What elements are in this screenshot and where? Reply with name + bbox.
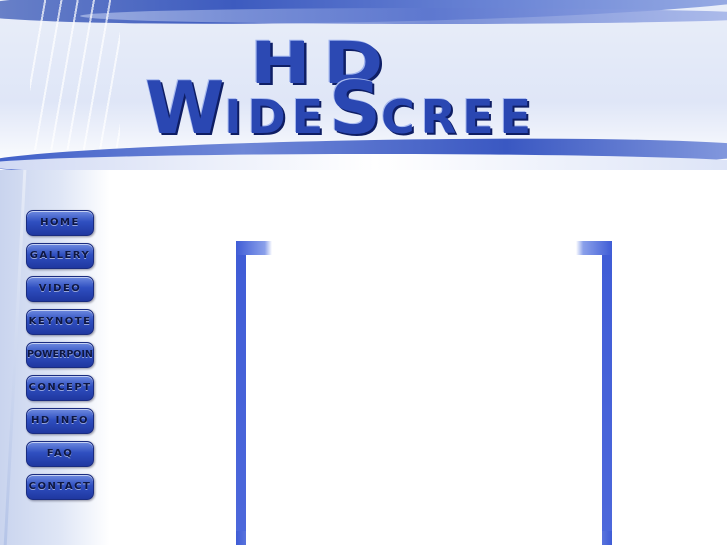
site-header: HD WIDESCREE: [0, 0, 727, 170]
logo-letter-w: W: [145, 66, 225, 150]
header-swoosh-bottom-highlight: [0, 154, 727, 170]
nav-hd-info-button[interactable]: HD INFO: [26, 408, 94, 434]
frame-left-bracket: [236, 241, 272, 545]
logo-letter-s: S: [329, 66, 382, 150]
frame-right-bracket: [576, 241, 612, 545]
main-navigation: HOME GALLERY VIDEO KEYNOTE POWERPOINT CO…: [26, 210, 94, 500]
nav-home-button[interactable]: HOME: [26, 210, 94, 236]
video-screen-area: [246, 255, 602, 545]
logo-widescreen-text: WIDESCREE: [145, 72, 537, 144]
nav-powerpoint-button[interactable]: POWERPOINT: [26, 342, 94, 368]
nav-contact-button[interactable]: CONTACT: [26, 474, 94, 500]
logo-letters-creen: CREE: [381, 90, 538, 144]
nav-concept-button[interactable]: CONCEPT: [26, 375, 94, 401]
nav-keynote-button[interactable]: KEYNOTE: [26, 309, 94, 335]
logo-letters-ide: IDE: [224, 90, 330, 144]
nav-video-button[interactable]: VIDEO: [26, 276, 94, 302]
header-decorative-lines: [30, 0, 120, 150]
nav-faq-button[interactable]: FAQ: [26, 441, 94, 467]
nav-gallery-button[interactable]: GALLERY: [26, 243, 94, 269]
widescreen-video-frame: [236, 241, 612, 551]
